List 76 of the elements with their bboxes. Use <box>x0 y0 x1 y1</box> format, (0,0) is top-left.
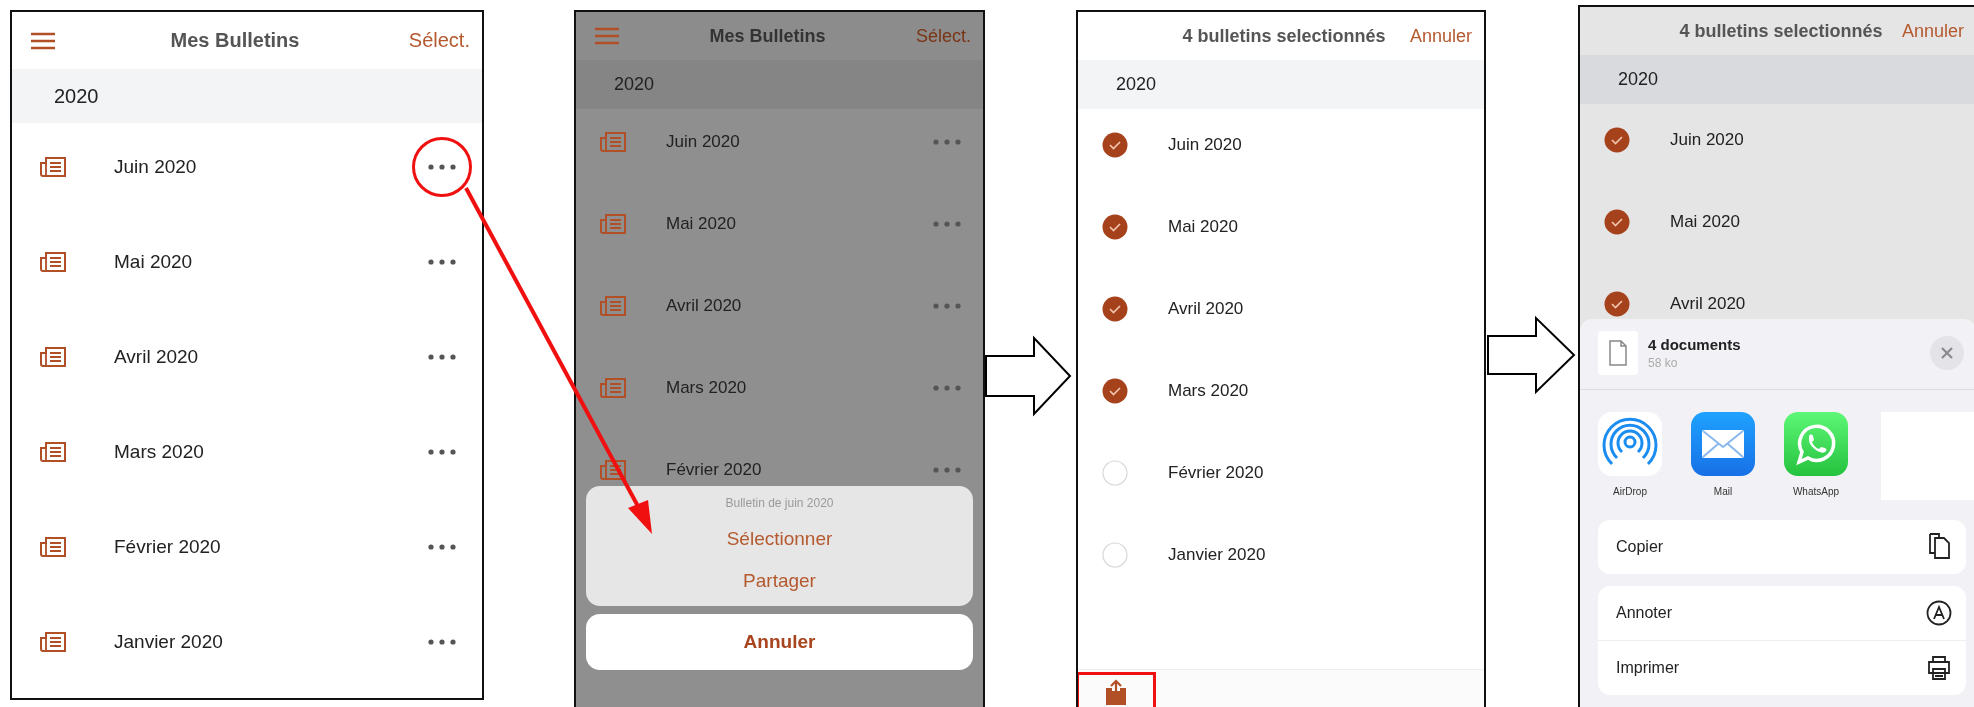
copy-icon <box>1928 533 1952 561</box>
section-header: 2020 <box>1078 60 1484 109</box>
newspaper-icon <box>40 630 66 653</box>
unchecked-circle[interactable] <box>1102 460 1128 486</box>
newspaper-icon <box>40 345 66 368</box>
newspaper-icon <box>40 250 66 273</box>
checked-circle[interactable] <box>1102 378 1128 404</box>
row-label[interactable]: Mars 2020 <box>626 378 933 398</box>
row-label[interactable]: Janvier 2020 <box>1128 545 1462 565</box>
row-label[interactable]: Mars 2020 <box>1128 381 1462 401</box>
row-label[interactable]: Mai 2020 <box>66 250 428 273</box>
app-label: AirDrop <box>1613 486 1647 497</box>
share-icon[interactable] <box>1105 678 1127 705</box>
row-label[interactable]: Avril 2020 <box>66 345 428 368</box>
app-label: Mail <box>1713 486 1733 497</box>
cancel-button[interactable]: Annuler <box>586 614 973 670</box>
section-header: 2020 <box>1580 55 1974 104</box>
screen-title: Mes Bulletins <box>169 29 301 52</box>
row-label[interactable]: Mai 2020 <box>626 214 933 234</box>
checked-circle[interactable] <box>1102 214 1128 240</box>
header-action-button[interactable]: Sélect. <box>408 29 470 52</box>
share-action[interactable]: Annoter <box>1598 586 1966 641</box>
row-label[interactable]: Mai 2020 <box>1630 212 1954 232</box>
header-action-button[interactable]: Annuler <box>1901 20 1964 42</box>
screen-title: 4 bulletins selectionnés <box>1181 25 1387 47</box>
row-label[interactable]: Avril 2020 <box>1630 294 1954 314</box>
row-label[interactable]: Février 2020 <box>626 460 933 480</box>
action-button[interactable]: Partager <box>586 560 973 602</box>
section-header: 2020 <box>576 60 983 109</box>
newspaper-icon <box>600 213 626 235</box>
share-action-label: Annoter <box>1616 604 1673 622</box>
printer-icon <box>1926 655 1952 681</box>
newspaper-icon <box>600 377 626 399</box>
checked-circle[interactable] <box>1102 296 1128 322</box>
row-label[interactable]: Mai 2020 <box>1128 217 1462 237</box>
share-subtitle: 58 ko <box>1648 356 1679 370</box>
newspaper-icon <box>40 155 66 178</box>
action-sheet-title: Bulletin de juin 2020 <box>725 495 834 512</box>
section-header: 2020 <box>12 69 482 123</box>
checked-circle[interactable] <box>1604 127 1630 153</box>
share-action-label: Imprimer <box>1616 659 1680 677</box>
row-label[interactable]: Juin 2020 <box>1630 130 1954 150</box>
row-label[interactable]: Février 2020 <box>66 535 428 558</box>
share-action[interactable]: Copier <box>1598 520 1966 574</box>
header-action-button[interactable]: Annuler <box>1409 25 1472 47</box>
unchecked-circle[interactable] <box>1102 542 1128 568</box>
checked-circle[interactable] <box>1604 291 1630 317</box>
close-icon[interactable] <box>1930 336 1964 370</box>
screen-title: 4 bulletins selectionnés <box>1678 20 1884 42</box>
share-action-label: Copier <box>1616 538 1664 556</box>
row-label[interactable]: Juin 2020 <box>626 132 933 152</box>
newspaper-icon <box>40 440 66 463</box>
app-label: WhatsApp <box>1792 486 1840 497</box>
envelope-icon[interactable] <box>1691 412 1755 476</box>
newspaper-icon <box>600 459 626 481</box>
row-label[interactable]: Juin 2020 <box>1128 135 1462 155</box>
row-label[interactable]: Janvier 2020 <box>66 630 428 653</box>
row-label[interactable]: Avril 2020 <box>1128 299 1462 319</box>
screen-title: Mes Bulletins <box>708 25 827 47</box>
row-label[interactable]: Juin 2020 <box>66 155 428 178</box>
row-label[interactable]: Avril 2020 <box>626 296 933 316</box>
checked-circle[interactable] <box>1604 209 1630 235</box>
checked-circle[interactable] <box>1102 132 1128 158</box>
newspaper-icon <box>600 295 626 317</box>
share-title: 4 documents <box>1648 336 1742 353</box>
row-label[interactable]: Mars 2020 <box>66 440 428 463</box>
airdrop-icon[interactable] <box>1598 412 1662 476</box>
pen-tip-icon <box>1926 600 1952 626</box>
document-icon <box>1608 340 1628 366</box>
more-icon <box>428 163 456 170</box>
row-label[interactable]: Février 2020 <box>1128 463 1462 483</box>
newspaper-icon <box>40 535 66 558</box>
newspaper-icon <box>600 131 626 153</box>
share-action[interactable]: Imprimer <box>1598 641 1966 695</box>
action-button[interactable]: Sélectionner <box>586 518 973 560</box>
menu-icon[interactable] <box>30 31 56 50</box>
